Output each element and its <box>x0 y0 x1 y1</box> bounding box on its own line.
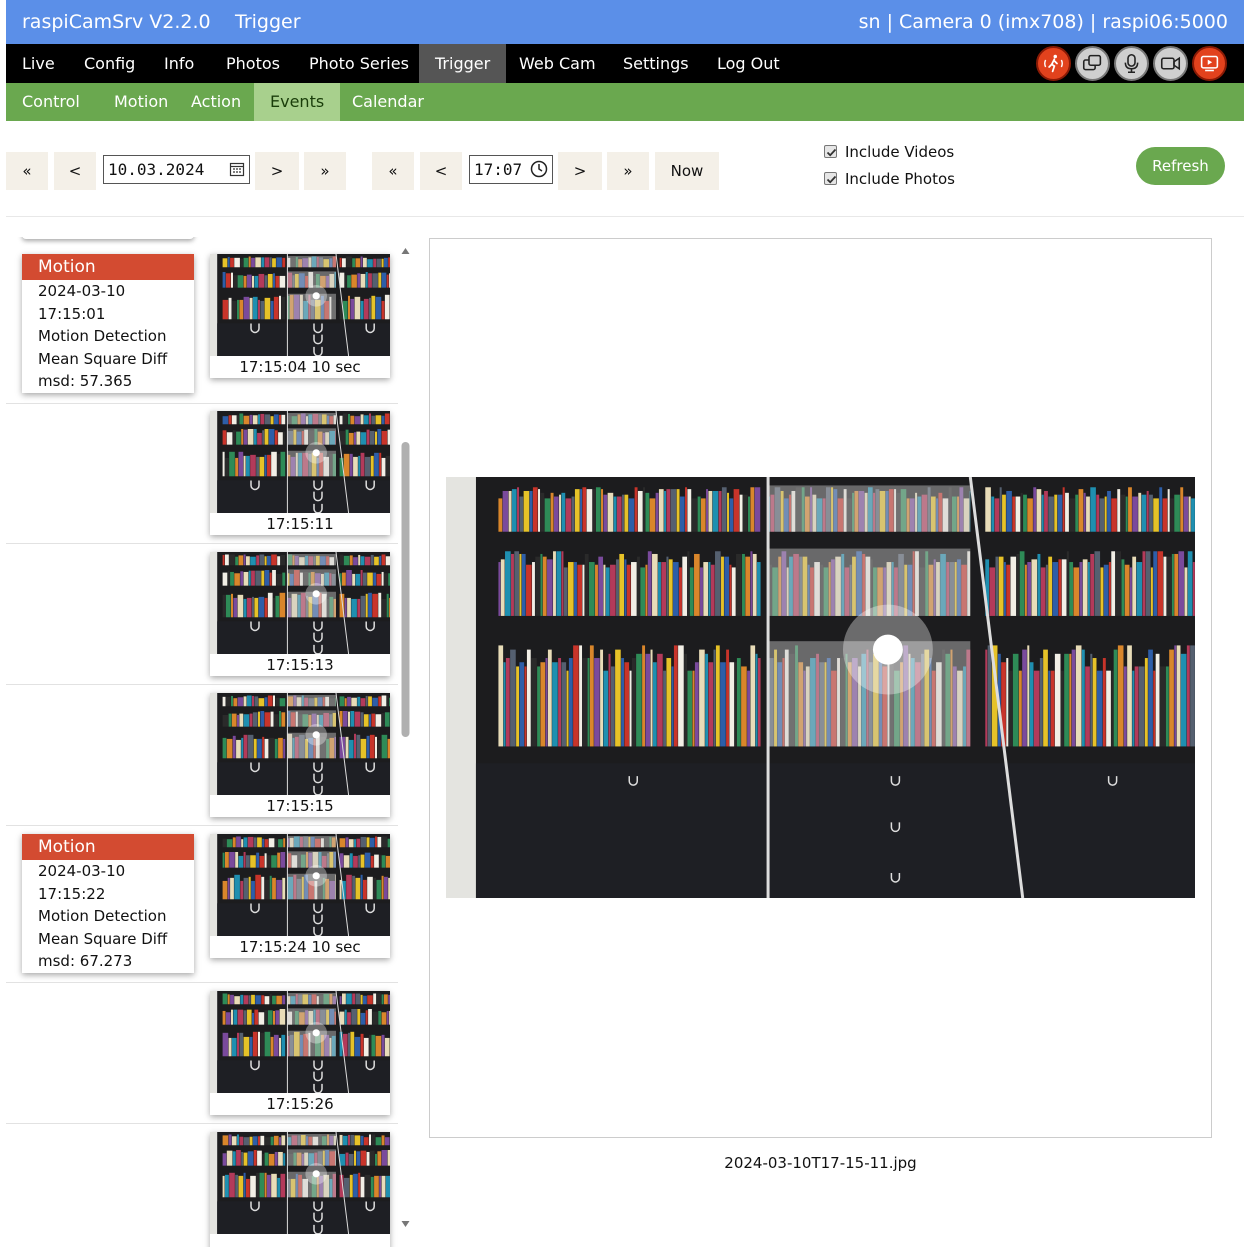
event-algorithm: Mean Square Diff <box>38 349 168 368</box>
now-button[interactable]: Now <box>655 152 719 190</box>
event-row: 17:15:13 <box>6 544 398 685</box>
thumbnail-image <box>210 551 390 655</box>
dual-camera-icon[interactable] <box>1075 46 1110 81</box>
event-thumbnail[interactable]: 17:15:11 <box>210 410 390 535</box>
thumbnail-caption: 17:15:15 <box>266 797 334 815</box>
event-card: Motion 2024-03-10 17:15:22 Motion Detect… <box>22 834 194 973</box>
event-type: Motion <box>22 254 194 280</box>
subnav-motion[interactable]: Motion <box>98 83 184 121</box>
nav-web-cam[interactable]: Web Cam <box>503 44 612 83</box>
nav-info[interactable]: Info <box>148 44 210 83</box>
event-row: 17:15:11 <box>6 404 398 544</box>
trigger-sub-nav: Control Motion Action Events Calendar <box>6 83 1244 121</box>
thumbnail-caption: 17:15:13 <box>266 656 334 674</box>
check-icon <box>826 175 837 184</box>
date-last-button[interactable]: » <box>304 152 346 190</box>
event-thumbnail[interactable]: 17:15:24 10 sec <box>210 833 390 958</box>
nav-settings[interactable]: Settings <box>607 44 705 83</box>
thumbnail-image <box>210 1131 390 1235</box>
nav-config[interactable]: Config <box>68 44 151 83</box>
thumbnail-image <box>210 410 390 514</box>
event-row: 17:15:15 <box>6 685 398 826</box>
time-next-button[interactable]: > <box>558 152 602 190</box>
event-photo <box>446 477 1195 898</box>
nav-live[interactable]: Live <box>6 44 71 83</box>
photo-filename: 2024-03-10T17-15-11.jpg <box>724 1154 917 1172</box>
thumbnail-caption: 17:15:04 10 sec <box>239 358 361 376</box>
include-photos-checkbox[interactable] <box>824 172 837 185</box>
event-time: 17:15:01 <box>38 304 106 323</box>
date-input[interactable]: 10.03.2024 <box>103 155 250 184</box>
event-card-partial <box>22 237 194 239</box>
video-camera-icon[interactable] <box>1153 46 1188 81</box>
event-row: Motion 2024-03-10 17:15:01 Motion Detect… <box>6 245 398 404</box>
event-thumbnail[interactable]: 17:15:26 <box>210 990 390 1115</box>
event-algorithm: Mean Square Diff <box>38 929 168 948</box>
photo-viewer <box>429 238 1212 1138</box>
check-icon <box>826 148 837 157</box>
calendar-icon[interactable] <box>229 161 245 177</box>
event-date: 2024-03-10 <box>38 862 126 880</box>
camera-host-info: sn | Camera 0 (imx708) | raspi06:5000 <box>858 11 1228 33</box>
event-row: Motion 2024-03-10 17:15:22 Motion Detect… <box>6 826 398 983</box>
include-videos-label: Include Videos <box>845 143 955 161</box>
thumbnail-caption: 17:15:26 <box>266 1095 334 1113</box>
event-type: Motion <box>22 834 194 860</box>
event-trigger: Motion Detection <box>38 327 167 346</box>
time-last-button[interactable]: » <box>607 152 649 190</box>
event-row <box>6 1124 398 1247</box>
thumbnail-image <box>210 692 390 796</box>
thumbnail-caption: 17:15:11 <box>266 515 334 533</box>
clock-icon[interactable] <box>530 160 548 178</box>
nav-photo-series[interactable]: Photo Series <box>293 44 425 83</box>
subnav-events[interactable]: Events <box>254 83 341 121</box>
include-photos-label: Include Photos <box>845 170 955 188</box>
event-list[interactable]: Motion 2024-03-10 17:15:01 Motion Detect… <box>6 237 398 1247</box>
divider <box>6 216 1244 217</box>
nav-photos[interactable]: Photos <box>210 44 296 83</box>
time-value: 17:07 <box>474 160 523 179</box>
subnav-control[interactable]: Control <box>6 83 96 121</box>
event-card: Motion 2024-03-10 17:15:01 Motion Detect… <box>22 254 194 393</box>
date-prev-button[interactable]: < <box>54 152 96 190</box>
event-row: 17:15:26 <box>6 983 398 1124</box>
microphone-icon[interactable] <box>1114 46 1149 81</box>
event-metric: msd: 67.273 <box>38 952 133 971</box>
date-value: 10.03.2024 <box>108 160 205 179</box>
event-thumbnail[interactable]: 17:15:15 <box>210 692 390 817</box>
event-trigger: Motion Detection <box>38 907 167 926</box>
thumbnail-image <box>210 833 390 937</box>
scroll-down-icon[interactable] <box>401 1221 410 1227</box>
date-first-button[interactable]: « <box>6 152 48 190</box>
subnav-action[interactable]: Action <box>175 83 257 121</box>
event-metric: msd: 57.365 <box>38 372 133 391</box>
motion-alarm-icon[interactable] <box>1036 46 1071 81</box>
thumbnail-caption: 17:15:24 10 sec <box>239 938 361 956</box>
subnav-calendar[interactable]: Calendar <box>336 83 440 121</box>
event-thumbnail[interactable]: 17:15:13 <box>210 551 390 676</box>
time-input[interactable]: 17:07 <box>469 155 553 184</box>
date-next-button[interactable]: > <box>255 152 299 190</box>
main-nav: Live Config Info Photos Photo Series Tri… <box>6 44 1244 83</box>
event-thumbnail[interactable]: 17:15:04 10 sec <box>210 253 390 378</box>
scroll-up-icon[interactable] <box>401 248 410 254</box>
nav-trigger[interactable]: Trigger <box>419 44 507 83</box>
time-prev-button[interactable]: < <box>420 152 462 190</box>
nav-log-out[interactable]: Log Out <box>701 44 796 83</box>
scrollbar-thumb[interactable] <box>401 442 410 737</box>
event-thumbnail[interactable] <box>210 1131 390 1247</box>
event-date: 2024-03-10 <box>38 282 126 300</box>
refresh-button[interactable]: Refresh <box>1136 147 1225 185</box>
video-stream-icon[interactable] <box>1192 46 1227 81</box>
page-title: Trigger <box>235 11 301 33</box>
app-title: raspiCamSrv V2.2.0 <box>22 11 211 33</box>
time-first-button[interactable]: « <box>372 152 414 190</box>
title-bar: raspiCamSrv V2.2.0 Trigger sn | Camera 0… <box>6 0 1244 44</box>
include-videos-checkbox[interactable] <box>824 145 837 158</box>
event-list-scrollbar[interactable] <box>399 245 412 1230</box>
thumbnail-image <box>210 253 390 357</box>
event-time: 17:15:22 <box>38 884 106 903</box>
thumbnail-image <box>210 990 390 1094</box>
